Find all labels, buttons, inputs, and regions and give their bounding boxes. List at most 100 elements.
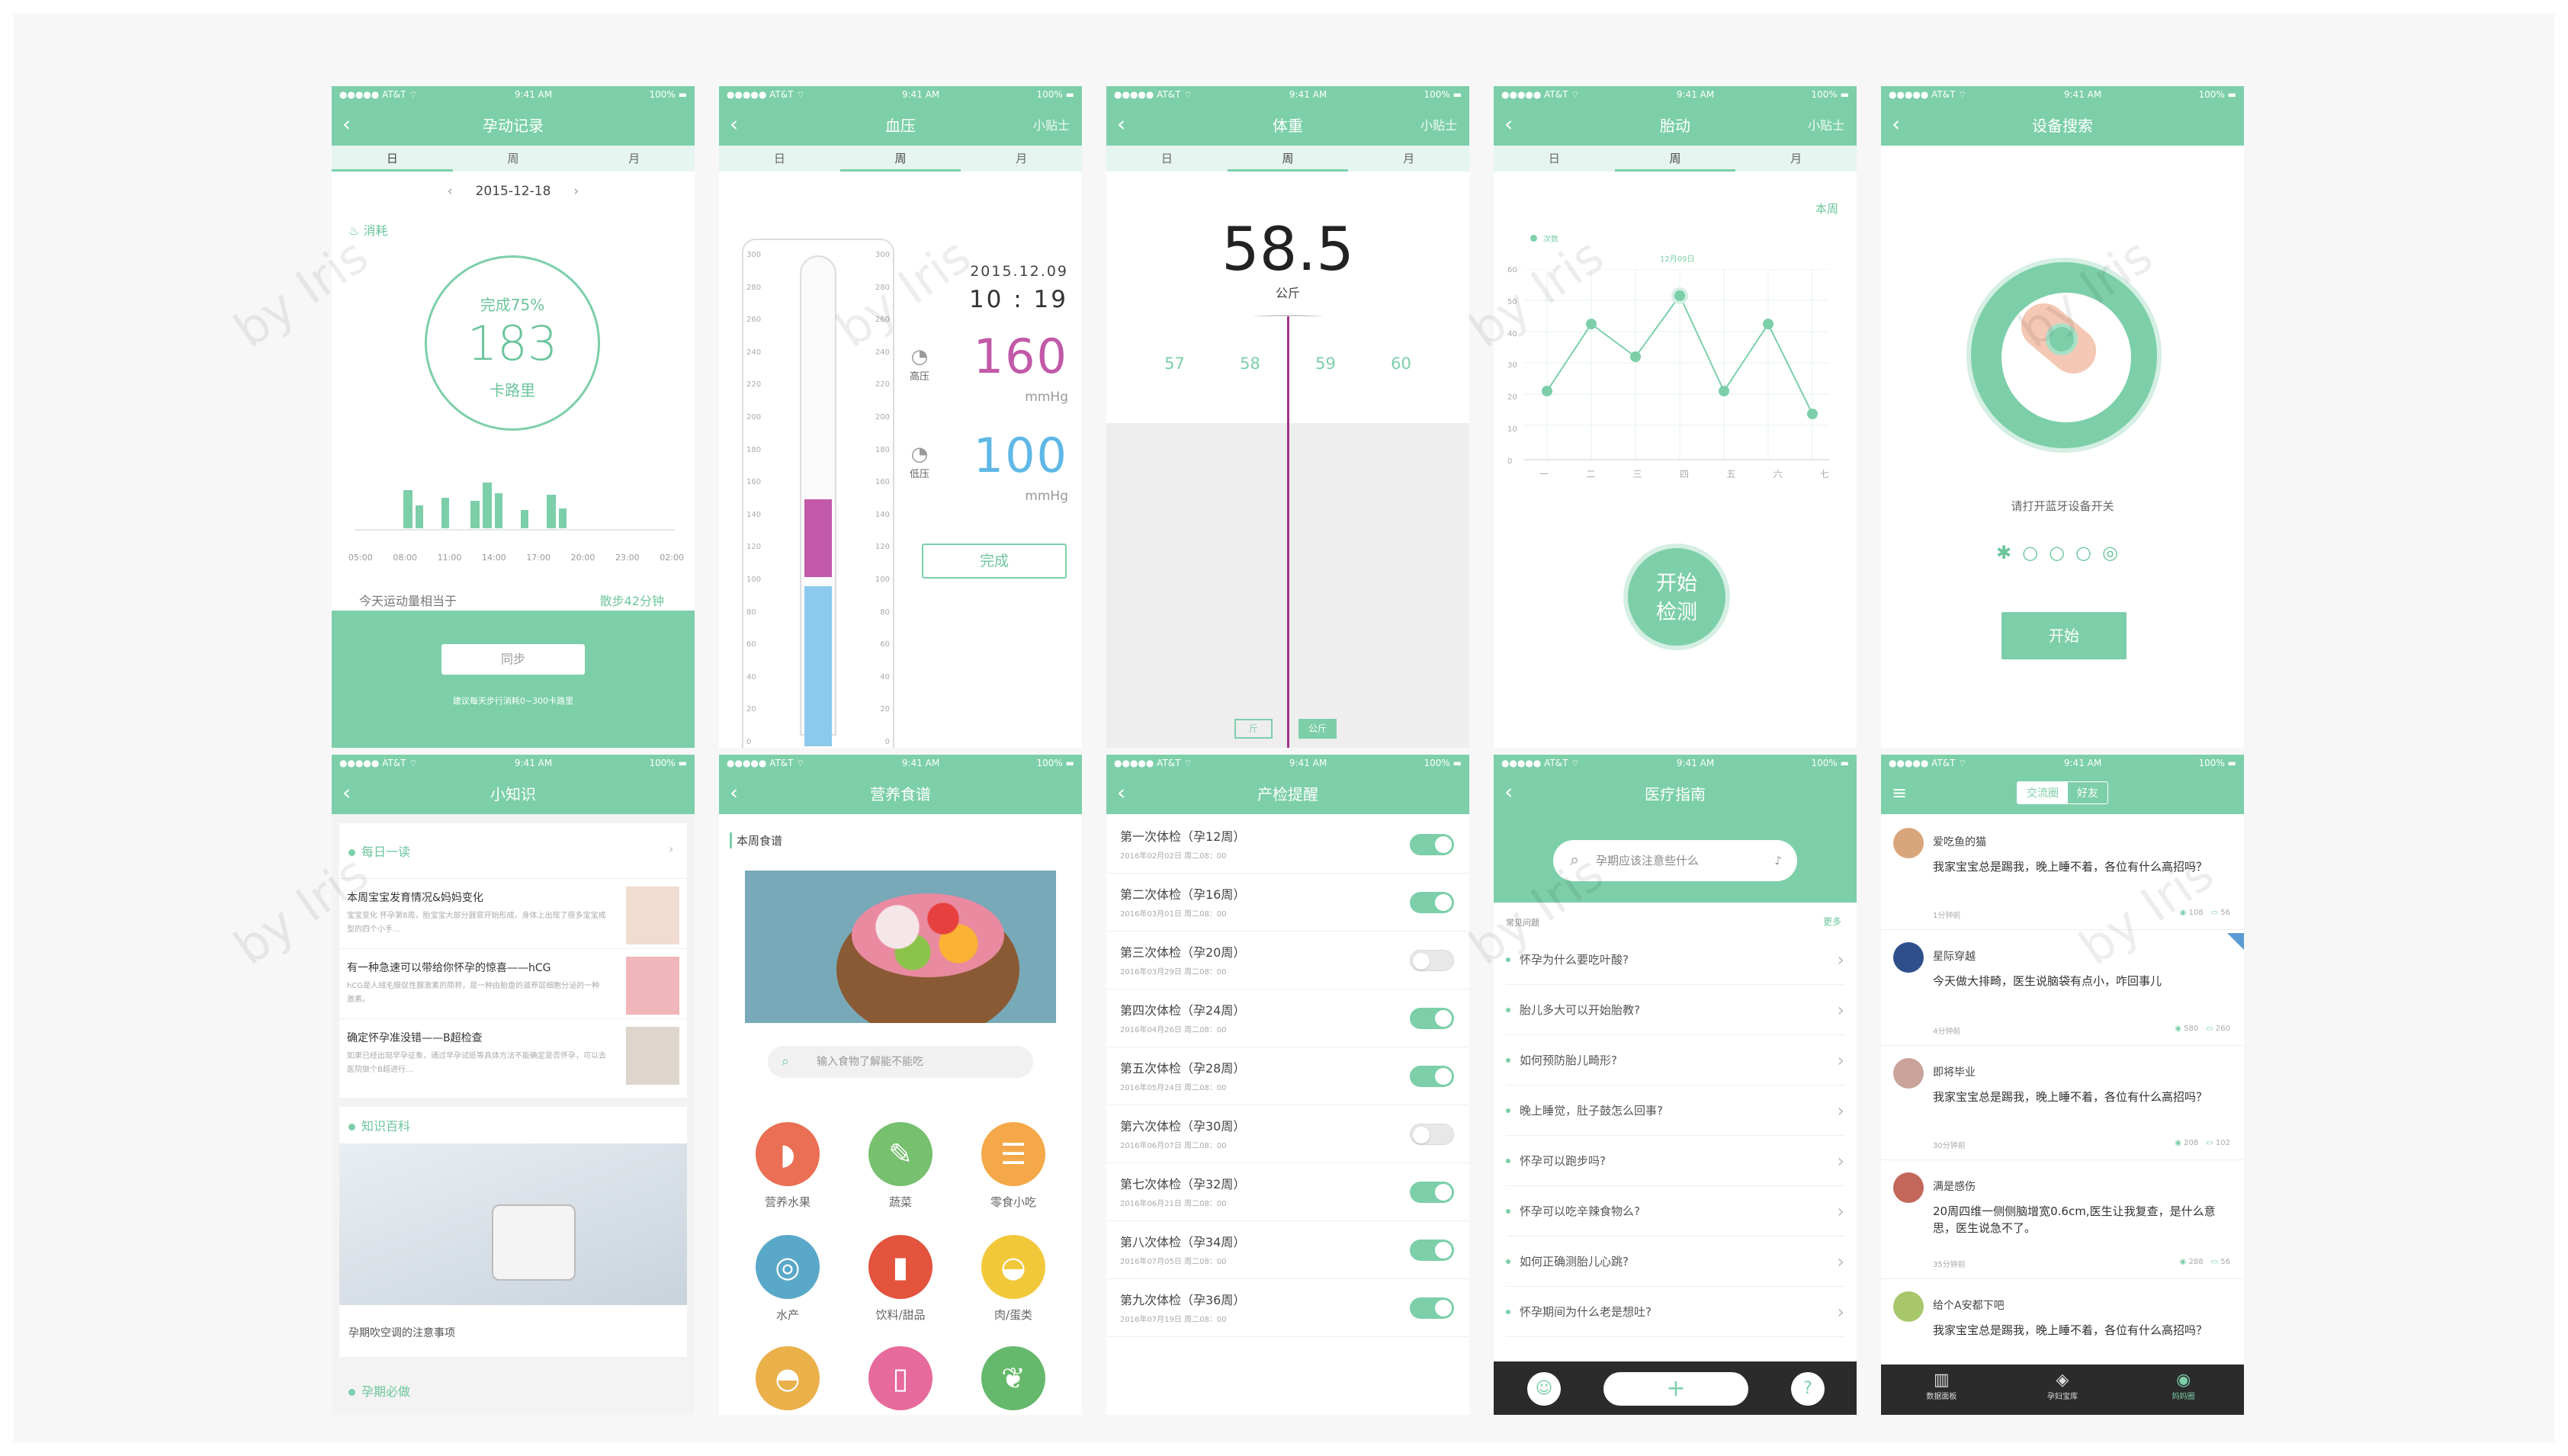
daily-header[interactable]: 每日一读 › xyxy=(348,842,673,860)
meat-egg-category-icon[interactable]: ◒ xyxy=(981,1235,1045,1299)
article-item[interactable]: 有一种急速可以带给你怀孕的惊喜——hCG hCG是人绒毛膜促性腺激素的简称，是一… xyxy=(339,948,687,1018)
segment-friends[interactable]: 好友 xyxy=(2068,782,2107,803)
status-bar: ●●●●● AT&T ⌔ 9:41 AM 100% ▬ xyxy=(1881,755,2244,771)
back-icon[interactable]: ‹ xyxy=(1892,111,1900,138)
avatar[interactable] xyxy=(1893,1291,1924,1322)
tab-week[interactable]: 周 xyxy=(1614,146,1736,172)
reminder-toggle[interactable] xyxy=(1410,1066,1454,1087)
tips-link[interactable]: 小贴士 xyxy=(1420,115,1457,133)
feed-post[interactable]: 星际穿越 今天做大排畸，医生说脑袋有点小，咋回事儿 4分钟前 ◉ 580 ▭ 260 xyxy=(1881,930,2244,1046)
back-icon[interactable]: ‹ xyxy=(342,779,351,807)
article-desc: hCG是人绒毛膜促性腺激素的简称，是一种由胎盘的滋养层细胞分泌的一种激素。 xyxy=(347,982,600,1004)
tab-week[interactable]: 周 xyxy=(839,146,961,172)
dairy-category-icon[interactable]: ▯ xyxy=(868,1346,933,1410)
tab-dashboard[interactable]: ▥ 数据面板 xyxy=(1881,1365,2002,1415)
avatar[interactable] xyxy=(1893,1058,1924,1089)
back-icon[interactable]: ‹ xyxy=(1117,111,1125,138)
tab-library[interactable]: ◈ 孕妇宝库 xyxy=(2002,1365,2123,1415)
status-bar: ●●●●● AT&T ⌔ 9:41 AM 100% ▬ xyxy=(1881,86,2244,103)
scale-right: 300 280 260 240 220 200 180 160 140 120 100 80 60 40 2… xyxy=(867,251,890,746)
article-title: 有一种急速可以带给你怀孕的惊喜——hCG xyxy=(347,962,551,974)
faq-item[interactable]: 如何预防胎儿畸形? xyxy=(1506,1035,1844,1086)
reminder-toggle[interactable] xyxy=(1410,1182,1454,1203)
tab-day[interactable]: 日 xyxy=(1494,146,1615,172)
avatar[interactable] xyxy=(1893,828,1924,858)
must-do-header[interactable]: 孕期必做 xyxy=(348,1381,410,1400)
unit-kg-button[interactable]: 公斤 xyxy=(1298,719,1337,739)
back-icon[interactable]: ‹ xyxy=(1504,111,1513,138)
scale-tick: 0 xyxy=(746,737,752,746)
tab-week[interactable]: 周 xyxy=(453,146,574,172)
chevron-left-icon[interactable]: ‹ xyxy=(448,184,453,199)
back-icon[interactable]: ‹ xyxy=(1117,779,1125,807)
tab-day[interactable]: 日 xyxy=(719,146,840,172)
vegetable-category-icon[interactable]: ✎ xyxy=(868,1122,933,1186)
add-icon[interactable]: + xyxy=(1603,1372,1748,1406)
back-icon[interactable]: ‹ xyxy=(730,779,738,807)
encyclopedia-title: 知识百科 xyxy=(361,1119,411,1134)
fruit-salad-image[interactable] xyxy=(745,871,1056,1023)
carrier: ●●●●● AT&T ⌔ xyxy=(1501,88,1580,100)
clock: 9:41 AM xyxy=(1289,89,1327,100)
avatar[interactable] xyxy=(1893,942,1924,973)
more-link[interactable]: 更多 xyxy=(1823,915,1841,928)
faq-item[interactable]: 怀孕可以跑步吗? xyxy=(1506,1136,1844,1186)
feed-post[interactable]: 爱吃鱼的猫 我家宝宝总是踢我，晚上睡不着，各位有什么高招吗？ 1分钟前 ◉ 108 ▭ … xyxy=(1881,816,2244,930)
encyclopedia-card[interactable]: 知识百科 孕期吹空调的注意事项 xyxy=(339,1107,687,1357)
reminder-toggle[interactable] xyxy=(1410,1124,1454,1145)
faq-item[interactable]: 怀孕期间为什么老是想吐? xyxy=(1506,1287,1844,1337)
staple-category-icon[interactable]: ◓ xyxy=(756,1346,820,1410)
tab-month[interactable]: 月 xyxy=(961,146,1082,172)
faq-item[interactable]: 怀孕可以吃辛辣食物么? xyxy=(1506,1186,1844,1236)
tab-week[interactable]: 周 xyxy=(1227,146,1349,172)
snack-category-icon[interactable]: ☰ xyxy=(981,1122,1045,1186)
tips-link[interactable]: 小贴士 xyxy=(1808,115,1844,133)
article-item[interactable]: 本周宝宝发育情况&妈妈变化 宝宝变化 怀孕第8周，胎宝宝大部分器官开始形成，身体… xyxy=(339,878,687,948)
faq-item[interactable]: 如何正确测胎儿心跳? xyxy=(1506,1236,1844,1287)
guide-search-box[interactable]: ⌕ 孕期应该注意些什么 ♪ xyxy=(1553,840,1797,881)
back-icon[interactable]: ‹ xyxy=(342,111,351,138)
sync-button[interactable]: 同步 xyxy=(441,644,585,675)
avatar[interactable] xyxy=(1893,1172,1924,1203)
tab-day[interactable]: 日 xyxy=(332,146,453,172)
chevron-right-icon[interactable]: › xyxy=(573,184,579,199)
start-detect-button[interactable]: 开始 检测 xyxy=(1623,544,1730,650)
feed-post[interactable]: 满是感伤 20周四维一侧侧脑增宽0.6cm,医生让我复查，是什么意思，医生说急不了… xyxy=(1881,1160,2244,1279)
done-button[interactable]: 完成 xyxy=(922,544,1067,579)
page-title: 营养食谱 xyxy=(870,784,931,803)
reminder-toggle[interactable] xyxy=(1410,1297,1454,1319)
herb-category-icon[interactable]: ❦ xyxy=(981,1346,1045,1410)
tab-day[interactable]: 日 xyxy=(1106,146,1228,172)
checkup-title: 第二次体检（孕16周） xyxy=(1120,887,1246,902)
microphone-icon[interactable]: ♪ xyxy=(1774,840,1782,881)
back-icon[interactable]: ‹ xyxy=(730,111,738,138)
segment-circle[interactable]: 交流圈 xyxy=(2017,782,2068,803)
tab-month[interactable]: 月 xyxy=(1735,146,1857,172)
food-search-box[interactable]: ⌕ 输入食物了解能不能吃 xyxy=(768,1046,1033,1078)
reminder-toggle[interactable] xyxy=(1410,1008,1454,1029)
feed-post[interactable]: 给个A安都下吧 我家宝宝总是踢我，晚上睡不着，各位有什么高招吗？ xyxy=(1881,1279,2244,1378)
seafood-category-icon[interactable]: ◎ xyxy=(756,1235,820,1299)
question-icon[interactable]: ? xyxy=(1791,1372,1825,1406)
fruit-category-icon[interactable]: ◗ xyxy=(756,1122,820,1186)
profile-icon[interactable]: ☺ xyxy=(1527,1372,1561,1406)
calorie-value: 183 xyxy=(467,316,558,371)
start-button[interactable]: 开始 xyxy=(2001,612,2127,659)
reminder-toggle[interactable] xyxy=(1410,1240,1454,1261)
feed-post[interactable]: 即将毕业 我家宝宝总是踢我，晚上睡不着，各位有什么高招吗？ 30分钟前 ◉ 208 ▭ … xyxy=(1881,1046,2244,1160)
tab-month[interactable]: 月 xyxy=(1348,146,1469,172)
reminder-toggle[interactable] xyxy=(1410,950,1454,971)
reminder-toggle[interactable] xyxy=(1410,892,1454,913)
tab-month[interactable]: 月 xyxy=(573,146,695,172)
faq-item[interactable]: 怀孕为什么要吃叶酸? xyxy=(1506,935,1844,985)
reminder-toggle[interactable] xyxy=(1410,834,1454,855)
faq-item[interactable]: 胎儿多大可以开始胎教? xyxy=(1506,985,1844,1035)
tab-mom-circle[interactable]: ◉ 妈妈圈 xyxy=(2123,1365,2244,1415)
tips-link[interactable]: 小贴士 xyxy=(1033,115,1070,133)
drink-category-icon[interactable]: ▮ xyxy=(868,1235,933,1299)
faq-item[interactable]: 晚上睡觉，肚子鼓怎么回事? xyxy=(1506,1086,1844,1136)
unit-jin-button[interactable]: 斤 xyxy=(1234,719,1273,739)
bar xyxy=(547,495,556,528)
article-item[interactable]: 确定怀孕准没错——B超检查 如果已经出现早孕征象，通过早孕试纸等具体方法不能确定… xyxy=(339,1018,687,1089)
menu-icon[interactable]: ≡ xyxy=(1892,779,1907,807)
